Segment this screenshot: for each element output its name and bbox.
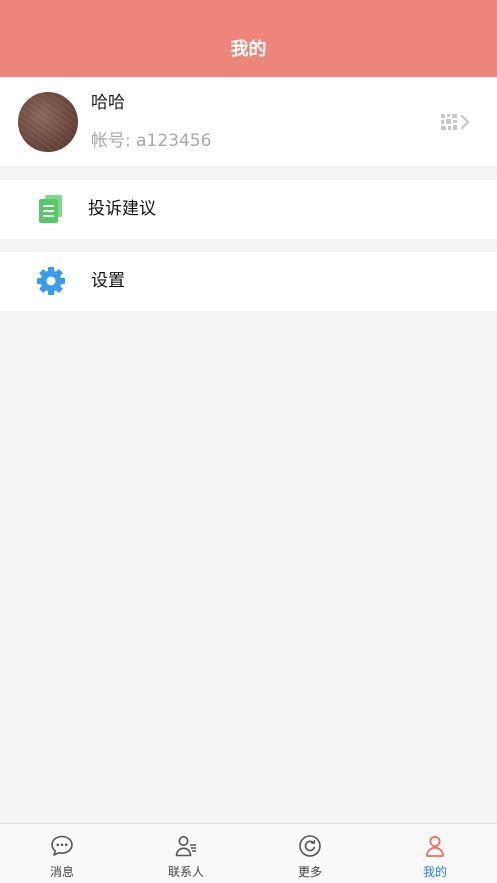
chat-bubble-icon (50, 834, 74, 858)
tab-bar: 消息 联系人 更多 我的 (0, 823, 497, 883)
tab-label: 联系人 (167, 865, 204, 879)
app-screen: 我的 哈哈 帐号: a123456 投诉建议 设置 消息 联系人 更多 我的 (0, 0, 497, 883)
tab-more[interactable]: 更多 (248, 824, 372, 883)
more-circle-icon (298, 834, 322, 858)
profile-account: 帐号: a123456 (91, 131, 212, 151)
qrcode-arrow-icon[interactable] (440, 112, 472, 132)
page-title: 我的 (230, 39, 267, 60)
avatar[interactable] (18, 92, 78, 152)
menu-item-settings[interactable]: 设置 (0, 252, 497, 311)
menu-label-complaint: 投诉建议 (88, 199, 156, 219)
menu-item-complaint[interactable]: 投诉建议 (0, 180, 497, 239)
tab-label: 更多 (297, 865, 322, 879)
tab-messages[interactable]: 消息 (0, 824, 124, 883)
tab-label: 我的 (422, 865, 447, 879)
tab-contacts[interactable]: 联系人 (124, 824, 248, 883)
gear-icon (36, 266, 66, 296)
tab-mine[interactable]: 我的 (373, 824, 497, 883)
tab-label: 消息 (49, 865, 74, 879)
document-icon (36, 194, 66, 224)
profile-name: 哈哈 (91, 93, 125, 113)
menu-label-settings: 设置 (91, 271, 125, 291)
nav-header: 我的 (0, 0, 497, 77)
user-icon (423, 834, 447, 858)
profile-card[interactable]: 哈哈 帐号: a123456 (0, 77, 497, 166)
contacts-icon (174, 834, 198, 858)
